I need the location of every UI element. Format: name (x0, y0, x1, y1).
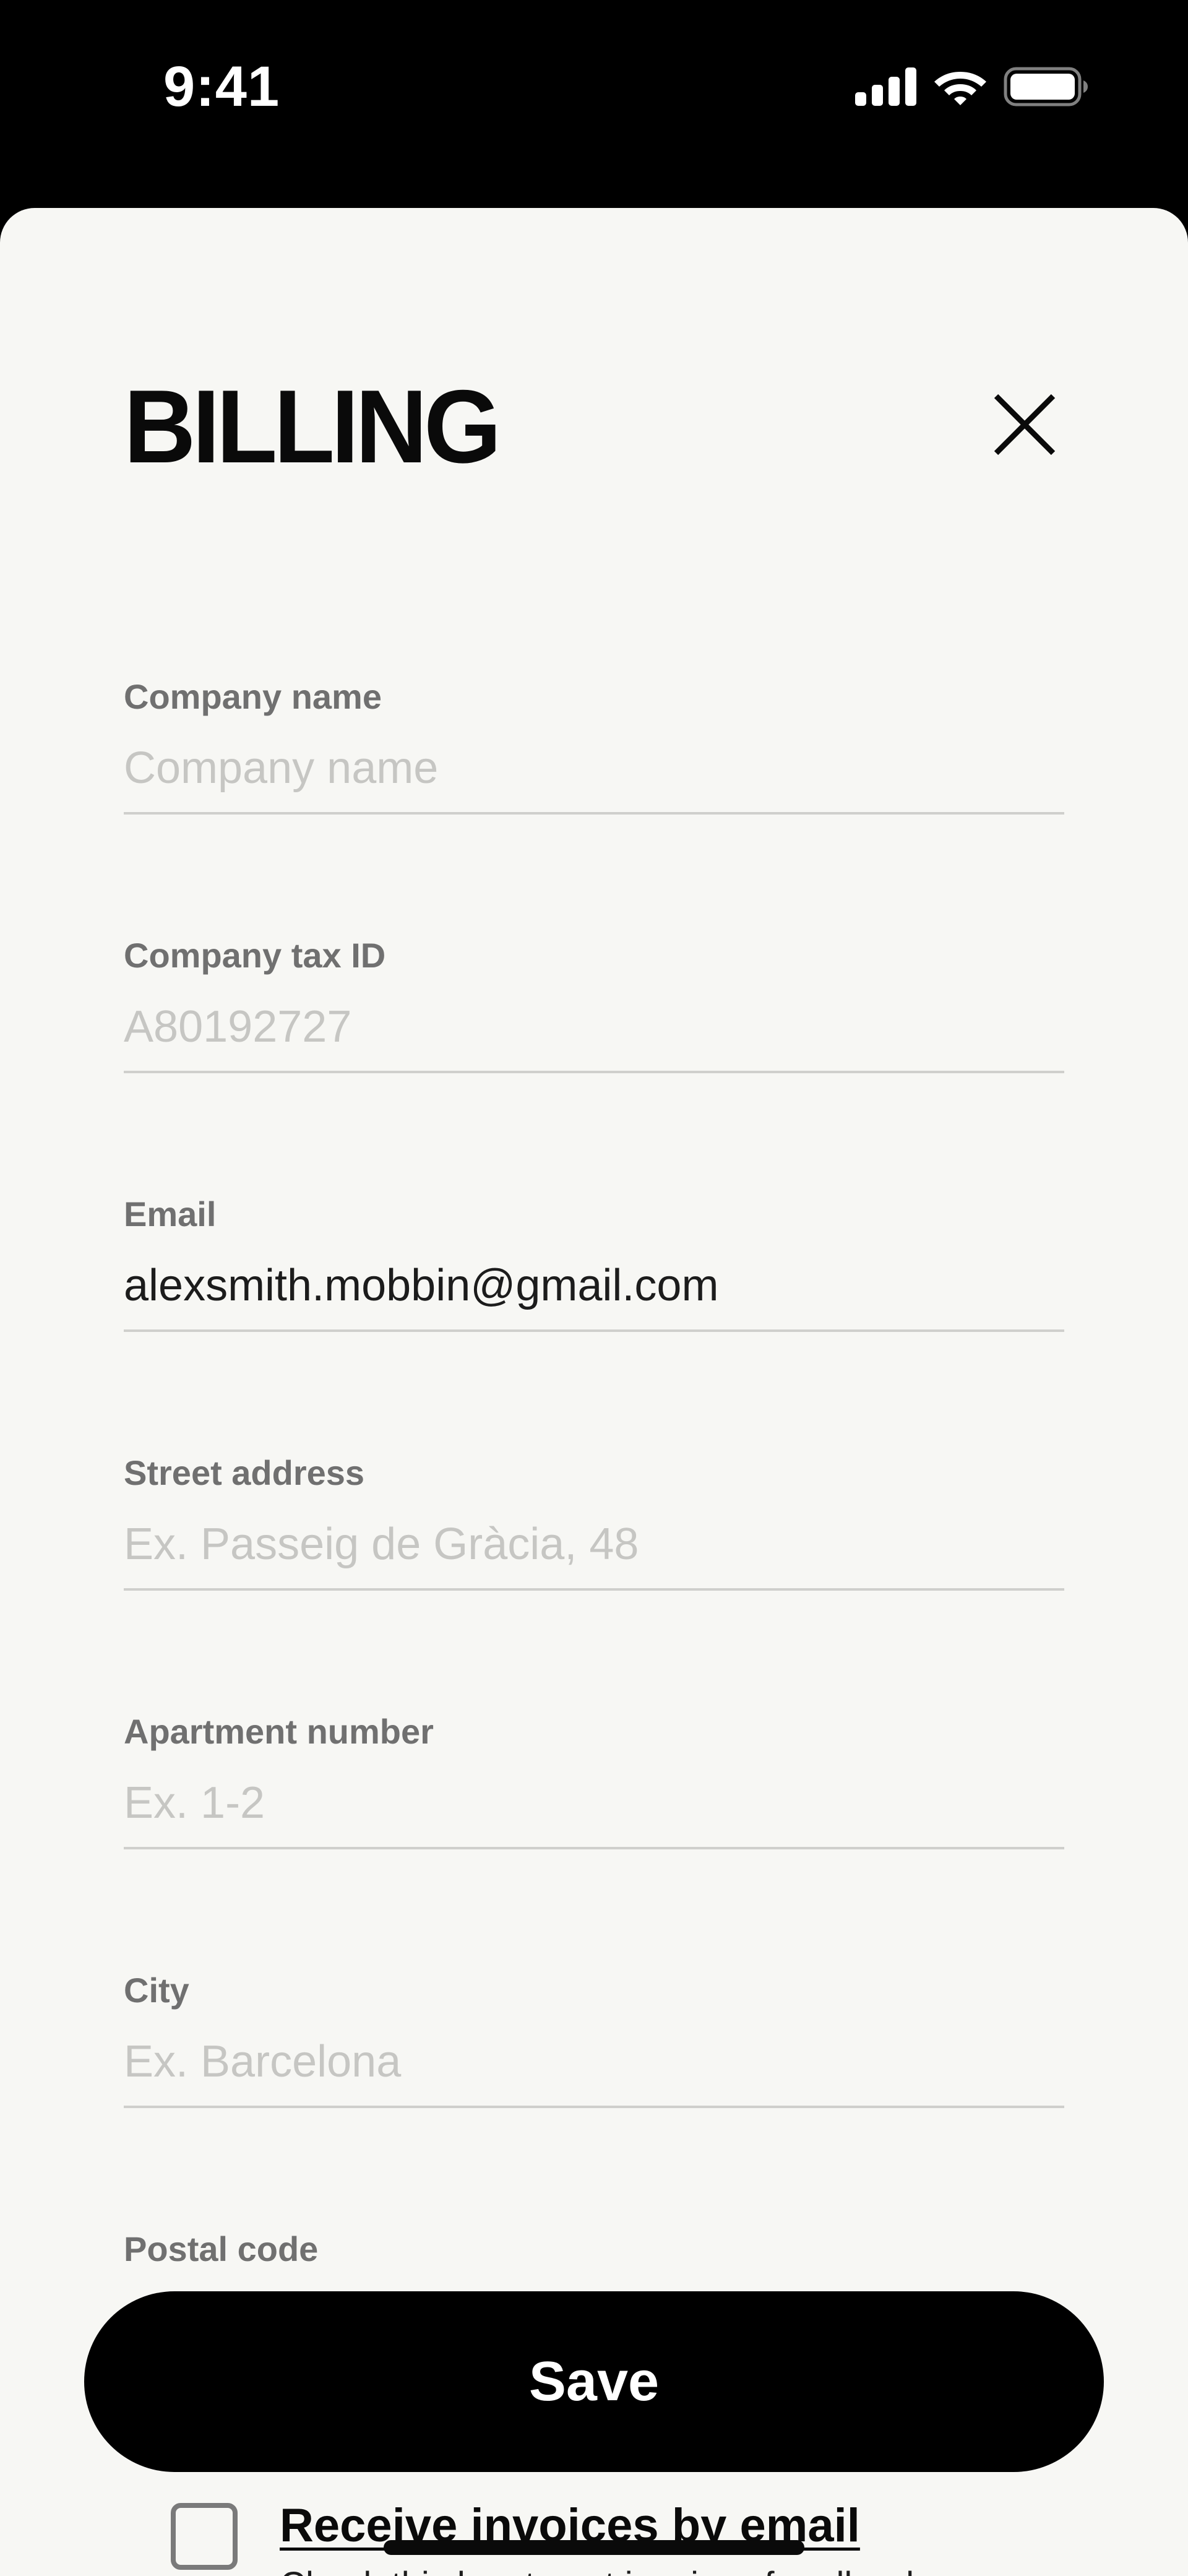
status-icons (855, 64, 1089, 109)
close-icon (994, 394, 1056, 456)
receive-invoices-description: Check this box to get invoices for all o… (280, 2564, 964, 2576)
field-divider (124, 812, 1064, 815)
email-field: Email (124, 1195, 1064, 1355)
field-divider (124, 1847, 1064, 1849)
cellular-signal-icon (855, 67, 917, 106)
status-time: 9:41 (163, 55, 280, 118)
street-address-field: Street address (124, 1453, 1064, 1614)
email-input[interactable] (124, 1251, 1064, 1320)
email-label: Email (124, 1195, 217, 1234)
city-label: City (124, 1971, 189, 2010)
receive-invoices-option: Receive invoices by email Check this box… (171, 2498, 1099, 2576)
company-tax-id-input[interactable] (124, 993, 1064, 1061)
street-address-input[interactable] (124, 1510, 1064, 1578)
field-divider (124, 1071, 1064, 1073)
city-field: City (124, 1971, 1064, 2132)
city-input[interactable] (124, 2028, 1064, 2096)
close-button[interactable] (983, 383, 1067, 467)
status-bar: 9:41 (0, 0, 1188, 186)
save-button[interactable]: Save (84, 2291, 1104, 2472)
street-address-label: Street address (124, 1453, 365, 1492)
apartment-number-label: Apartment number (124, 1712, 434, 1751)
company-name-field: Company name (124, 677, 1064, 838)
apartment-number-field: Apartment number (124, 1712, 1064, 1873)
company-tax-id-field: Company tax ID (124, 936, 1064, 1097)
company-tax-id-label: Company tax ID (124, 936, 386, 975)
page-title: BILLING (124, 368, 501, 485)
billing-screen: 9:41 BILLING Company name Company name C… (0, 0, 1188, 2576)
battery-icon (1004, 67, 1089, 106)
receive-invoices-checkbox[interactable] (171, 2503, 238, 2570)
company-name-input[interactable] (124, 734, 1064, 802)
apartment-number-input[interactable] (124, 1769, 1064, 1837)
company-name-label: Company name (124, 677, 382, 716)
billing-sheet: BILLING Company name Company tax ID Emai… (0, 208, 1188, 2576)
postal-code-label: Postal code (124, 2229, 319, 2268)
home-indicator (384, 2540, 804, 2555)
field-divider (124, 1329, 1064, 1332)
field-divider (124, 1588, 1064, 1591)
wifi-icon (933, 67, 988, 106)
field-divider (124, 2106, 1064, 2108)
